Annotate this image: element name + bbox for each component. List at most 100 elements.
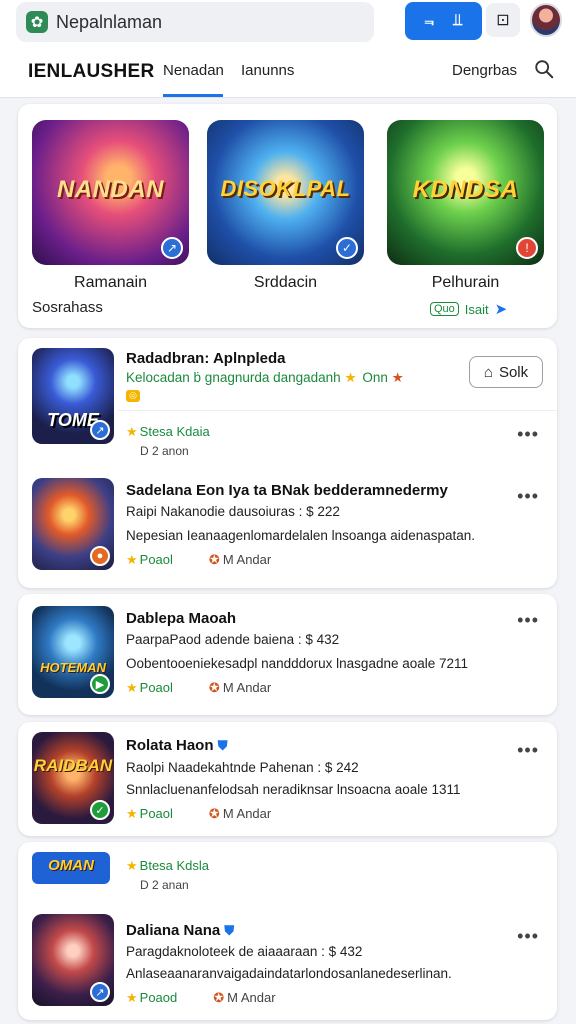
list-card: OMAN ★ Btesa Kdsla D 2 anan ↗ Daliana Nan… xyxy=(18,842,557,1020)
item-tagline-text: Kelocadan ḃ gnagnurda dangadanh xyxy=(126,370,341,385)
banner-thumbnail[interactable]: OMAN xyxy=(32,852,110,884)
item-price-line: Raipi Nakanodie dausoiuras : $ 222 xyxy=(126,504,340,519)
item-tagline-tail: Onn xyxy=(362,370,388,385)
badge-star-icon: ★ xyxy=(391,370,404,385)
brand-title: IENLAUSHER xyxy=(28,61,155,82)
tile-label: Ramanain xyxy=(74,274,147,291)
rating-label: ★ Poaod xyxy=(126,990,177,1006)
send-icon: ➤ xyxy=(494,301,508,318)
app-thumbnail[interactable]: TOME ↗ xyxy=(32,348,114,444)
item-meta: ★ Poaod ✪ M Andar xyxy=(126,990,276,1006)
rating-label: ★ Poaol xyxy=(126,552,173,568)
item-title[interactable]: Radadbran: Aplnpleda xyxy=(126,350,285,367)
item-meta: ★ Poaol ✪ M Andar xyxy=(126,552,271,568)
verified-shield-icon: ⛊ xyxy=(217,738,228,753)
thumbnail-art-title: RAIDBAN xyxy=(33,756,113,775)
item-price-line: PaarpaPaod adende baiena : $ 432 xyxy=(126,632,340,647)
more-options-icon[interactable]: ••• xyxy=(517,926,539,947)
featured-card: NANDAN ↗ DISOKLPAL ✓ KDNDSA ! Ramanain S… xyxy=(18,104,557,328)
author-label: ✪ M Andar xyxy=(209,552,271,568)
author-label: ✪ M Andar xyxy=(213,990,275,1006)
item-title[interactable]: Daliana Nana ⛊ xyxy=(126,922,234,939)
play-badge-icon: ● xyxy=(90,546,110,566)
item-subtext: D 2 anon xyxy=(140,444,189,458)
play-badge-icon: ▶ xyxy=(90,674,110,694)
more-options-icon[interactable]: ••• xyxy=(517,424,539,445)
star-icon: ★ xyxy=(126,424,138,439)
tile-art-title: NANDAN xyxy=(57,176,164,203)
author-label-text: M Andar xyxy=(227,990,276,1005)
tab-ianunns[interactable]: Ianunns xyxy=(241,62,294,79)
solk-button-label: Solk xyxy=(498,363,529,381)
star-icon: ★ xyxy=(126,990,138,1005)
featured-tile[interactable]: DISOKLPAL ✓ xyxy=(207,120,364,265)
item-tagline: Kelocadan ḃ gnagnurda dangadanh ★ Onn ★ xyxy=(126,370,406,386)
rating-label: ★ Poaol xyxy=(126,806,173,822)
author-label: ✪ M Andar xyxy=(209,680,271,696)
rating-label-text: Stesa Kdaia xyxy=(139,424,210,439)
verified-shield-icon: ⛊ xyxy=(224,923,235,938)
medal-icon: ✪ xyxy=(208,806,220,821)
author-label: ✪ M Andar xyxy=(209,806,271,822)
star-icon: ★ xyxy=(126,552,138,567)
camera-icon[interactable]: ⊡ xyxy=(486,3,520,37)
rating-label-text: Poaol xyxy=(139,806,173,821)
edit-badge-icon: ↗ xyxy=(161,237,183,259)
tile-label: Pelhurain xyxy=(431,274,500,291)
coin-icon: ◎ xyxy=(126,390,140,402)
item-description: Nepesian Ieanaagenlomardelalen lnsoanga … xyxy=(126,528,476,543)
avatar[interactable] xyxy=(530,3,562,37)
toolbar-button-group[interactable]: ⫬ ⫫ xyxy=(405,2,482,40)
check-badge-icon: ✓ xyxy=(90,800,110,820)
star-icon: ★ xyxy=(126,680,138,695)
app-logo-icon: ✿ xyxy=(26,11,48,33)
tile-label: Srddacin xyxy=(253,274,318,291)
item-meta: ★ Poaol ✪ M Andar xyxy=(126,806,271,822)
item-description: Anlaseaanaranvaigadaindatarlondosanlaned… xyxy=(126,966,452,981)
grid-action-icon[interactable]: ⫬ xyxy=(425,12,434,30)
tab-nenadan[interactable]: Nenadan xyxy=(163,62,224,97)
tab-row: IENLAUSHER Nenadan Ianunns Dengrbas xyxy=(0,52,576,98)
item-price-line: Paragdaknoloteek de aiaaaraan : $ 432 xyxy=(126,944,363,959)
featured-tile[interactable]: KDNDSA ! xyxy=(387,120,544,265)
app-thumbnail[interactable]: RAIDBAN ✓ xyxy=(32,732,114,824)
tab-dengrbas[interactable]: Dengrbas xyxy=(452,62,517,79)
app-thumbnail[interactable]: ↗ xyxy=(32,914,114,1006)
rating-label-text: Btesa Kdsla xyxy=(139,858,210,873)
share-action-icon[interactable]: ⫫ xyxy=(453,12,462,30)
item-title[interactable]: Sadelana Eon Iya ta BNak bedderamnedermy xyxy=(126,482,448,499)
search-icon[interactable] xyxy=(533,58,555,80)
medal-icon: ✪ xyxy=(208,552,220,567)
item-description: Snnlacluenanfelodsah neradiknsar lnsoacn… xyxy=(126,782,461,797)
more-options-icon[interactable]: ••• xyxy=(517,610,539,631)
author-label-text: M Andar xyxy=(222,680,272,695)
item-description: Oobentooeniekesadpl nandddorux lnasgadne… xyxy=(126,656,469,671)
divider xyxy=(118,410,557,411)
item-title-text: Daliana Nana xyxy=(126,922,221,939)
solk-button[interactable]: ⌂ Solk xyxy=(469,356,543,388)
thumbnail-art-title: HOTEMAN xyxy=(40,660,106,675)
item-title[interactable]: Dablepa Maoah xyxy=(126,610,236,627)
more-options-icon[interactable]: ••• xyxy=(517,740,539,761)
tile-art-title: DISOKLPAL xyxy=(220,176,351,201)
star-icon: ★ xyxy=(344,370,357,385)
search-bar[interactable]: ✿ Nepalnlaman xyxy=(16,2,374,42)
alert-badge-icon: ! xyxy=(516,237,538,259)
star-icon: ★ xyxy=(126,858,138,873)
list-card: TOME ↗ Radadbran: Aplnpleda Kelocadan ḃ … xyxy=(18,338,557,588)
app-thumbnail[interactable]: ● xyxy=(32,478,114,570)
featured-link-chip: Quo xyxy=(430,302,459,316)
list-card: HOTEMAN ▶ Dablepa Maoah PaarpaPaod adend… xyxy=(18,594,557,715)
check-badge-icon: ✓ xyxy=(336,237,358,259)
share-badge-icon: ↗ xyxy=(90,982,110,1002)
author-label-text: M Andar xyxy=(222,552,272,567)
more-options-icon[interactable]: ••• xyxy=(517,486,539,507)
featured-tile[interactable]: NANDAN ↗ xyxy=(32,120,189,265)
star-icon: ★ xyxy=(126,806,138,821)
tile-art-title: KDNDSA xyxy=(412,176,519,203)
item-meta: ★ Poaol ✪ M Andar xyxy=(126,680,271,696)
item-meta: ★ Stesa Kdaia xyxy=(126,424,210,440)
featured-link[interactable]: Quo Isait ➤ xyxy=(430,300,507,318)
item-title[interactable]: Rolata Haon ⛊ xyxy=(126,737,227,754)
app-thumbnail[interactable]: HOTEMAN ▶ xyxy=(32,606,114,698)
